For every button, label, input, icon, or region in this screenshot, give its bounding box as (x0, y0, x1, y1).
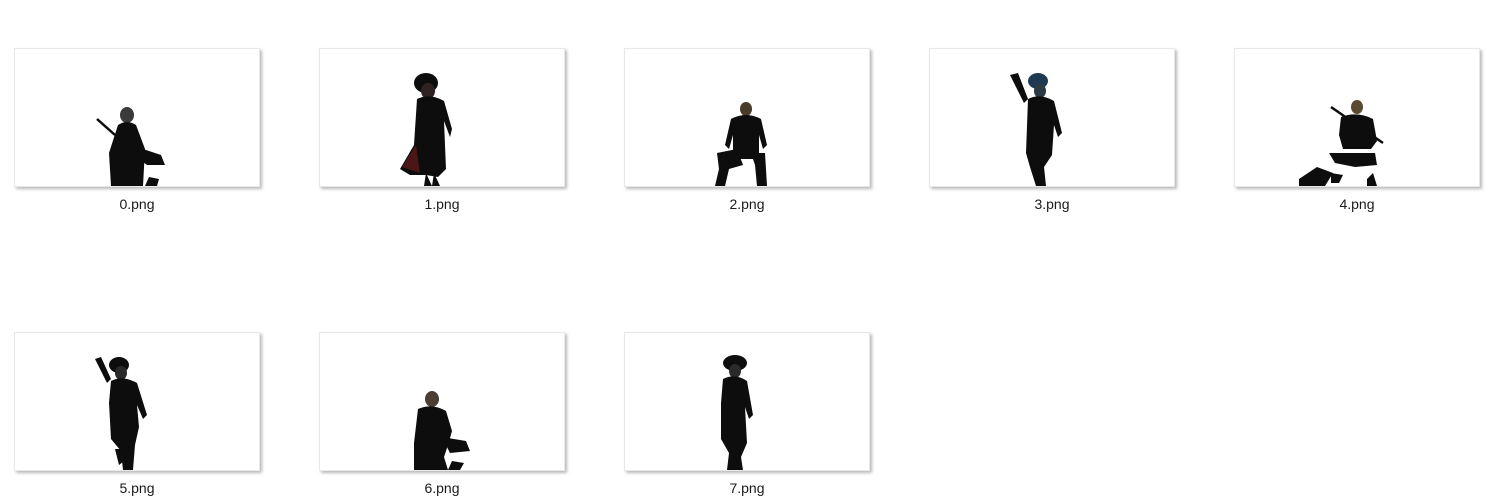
figure-standing-icon (721, 355, 753, 470)
figure-with-sword-crouching-icon (96, 107, 165, 186)
figure-in-long-coat-walking-icon (400, 73, 452, 186)
file-name-2: 2.png (729, 196, 765, 212)
file-thumbnail-grid: 0.png 1.png 2.png 3.png 4.png 5.png 6.pn… (0, 0, 1498, 502)
file-name-1: 1.png (424, 196, 460, 212)
thumbnail-7[interactable] (624, 332, 870, 471)
file-name-7: 7.png (729, 480, 765, 496)
figure-crouching-with-sword-icon (1299, 100, 1384, 186)
thumbnail-0[interactable] (14, 48, 260, 187)
file-item-4[interactable]: 4.png (1234, 48, 1480, 218)
file-name-5: 5.png (119, 480, 155, 496)
file-item-1[interactable]: 1.png (319, 48, 565, 218)
figure-kneeling-icon (715, 102, 767, 186)
thumbnail-5[interactable] (14, 332, 260, 471)
thumbnail-1[interactable] (319, 48, 565, 187)
file-item-3[interactable]: 3.png (929, 48, 1175, 218)
file-name-0: 0.png (119, 196, 155, 212)
thumbnail-4[interactable] (1234, 48, 1480, 187)
figure-with-rifle-walking-icon (95, 357, 147, 470)
thumbnail-3[interactable] (929, 48, 1175, 187)
file-name-3: 3.png (1034, 196, 1070, 212)
file-item-0[interactable]: 0.png (14, 48, 260, 218)
file-item-6[interactable]: 6.png (319, 332, 565, 502)
file-name-6: 6.png (424, 480, 460, 496)
figure-with-raised-weapon-icon (1010, 73, 1062, 186)
thumbnail-6[interactable] (319, 332, 565, 471)
thumbnail-2[interactable] (624, 48, 870, 187)
file-item-5[interactable]: 5.png (14, 332, 260, 502)
file-name-4: 4.png (1339, 196, 1375, 212)
figure-crouching-icon (414, 391, 470, 470)
file-item-2[interactable]: 2.png (624, 48, 870, 218)
file-item-7[interactable]: 7.png (624, 332, 870, 502)
